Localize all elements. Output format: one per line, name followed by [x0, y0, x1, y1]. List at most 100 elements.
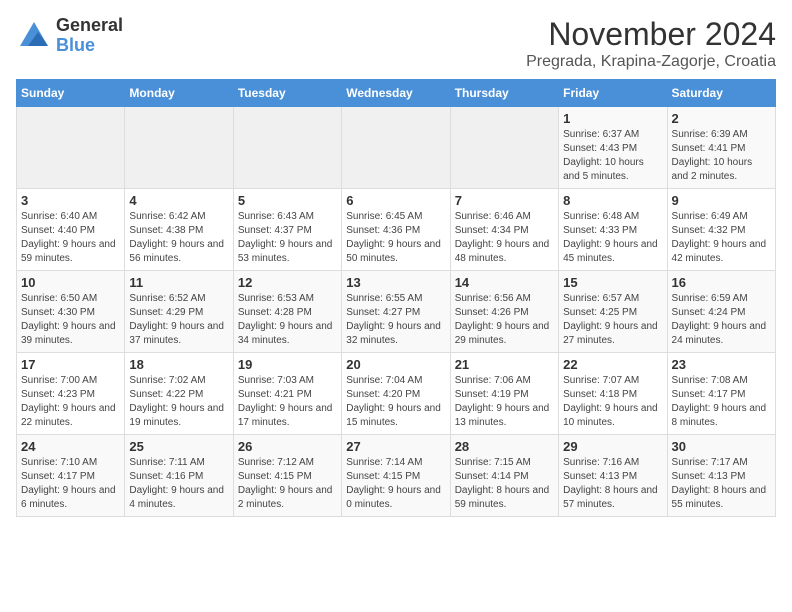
- col-header-thursday: Thursday: [450, 80, 558, 107]
- day-number: 30: [672, 439, 771, 454]
- day-number: 12: [238, 275, 337, 290]
- day-cell: 28 Sunrise: 7:15 AM Sunset: 4:14 PM Dayli…: [450, 435, 558, 517]
- day-info: Sunrise: 6:39 AM Sunset: 4:41 PM Dayligh…: [672, 128, 771, 184]
- day-cell: 27Sunrise: 7:14 AM Sunset: 4:15 PM Dayli…: [342, 435, 450, 517]
- day-info: Sunrise: 7:16 AM Sunset: 4:13 PM Dayligh…: [563, 456, 662, 512]
- day-cell: 23 Sunrise: 7:08 AM Sunset: 4:17 PM Dayli…: [667, 353, 775, 435]
- day-info: Sunrise: 6:49 AM Sunset: 4:32 PM Dayligh…: [672, 210, 771, 266]
- day-number: 16: [672, 275, 771, 290]
- day-cell: 6 Sunrise: 6:45 AM Sunset: 4:36 PM Daylig…: [342, 189, 450, 271]
- week-row-2: 3 Sunrise: 6:40 AM Sunset: 4:40 PM Daylig…: [17, 189, 776, 271]
- col-header-saturday: Saturday: [667, 80, 775, 107]
- col-header-wednesday: Wednesday: [342, 80, 450, 107]
- day-number: 18: [129, 357, 228, 372]
- day-number: 24: [21, 439, 120, 454]
- day-info: Sunrise: 7:07 AM Sunset: 4:18 PM Dayligh…: [563, 374, 662, 430]
- day-info: Sunrise: 7:14 AM Sunset: 4:15 PM Dayligh…: [346, 456, 445, 512]
- day-number: 25: [129, 439, 228, 454]
- day-number: 3: [21, 193, 120, 208]
- day-cell: [233, 107, 341, 189]
- day-number: 23: [672, 357, 771, 372]
- page-header: General Blue November 2024 Pregrada, Kra…: [16, 16, 776, 71]
- day-info: Sunrise: 6:48 AM Sunset: 4:33 PM Dayligh…: [563, 210, 662, 266]
- logo-blue: Blue: [56, 36, 123, 56]
- day-number: 22: [563, 357, 662, 372]
- day-number: 13: [346, 275, 445, 290]
- day-number: 28: [455, 439, 554, 454]
- day-cell: 29 Sunrise: 7:16 AM Sunset: 4:13 PM Dayli…: [559, 435, 667, 517]
- day-cell: 24 Sunrise: 7:10 AM Sunset: 4:17 PM Dayli…: [17, 435, 125, 517]
- day-cell: 15 Sunrise: 6:57 AM Sunset: 4:25 PM Dayli…: [559, 271, 667, 353]
- day-number: 7: [455, 193, 554, 208]
- day-number: 1: [563, 111, 662, 126]
- day-cell: 19 Sunrise: 7:03 AM Sunset: 4:21 PM Dayli…: [233, 353, 341, 435]
- day-info: Sunrise: 6:59 AM Sunset: 4:24 PM Dayligh…: [672, 292, 771, 348]
- calendar-header: SundayMondayTuesdayWednesdayThursdayFrid…: [17, 80, 776, 107]
- day-cell: 10Sunrise: 6:50 AM Sunset: 4:30 PM Dayli…: [17, 271, 125, 353]
- day-info: Sunrise: 6:52 AM Sunset: 4:29 PM Dayligh…: [129, 292, 228, 348]
- day-cell: 9 Sunrise: 6:49 AM Sunset: 4:32 PM Daylig…: [667, 189, 775, 271]
- day-info: Sunrise: 7:06 AM Sunset: 4:19 PM Dayligh…: [455, 374, 554, 430]
- col-header-friday: Friday: [559, 80, 667, 107]
- day-cell: [125, 107, 233, 189]
- day-number: 20: [346, 357, 445, 372]
- day-cell: 11Sunrise: 6:52 AM Sunset: 4:29 PM Dayli…: [125, 271, 233, 353]
- day-info: Sunrise: 7:03 AM Sunset: 4:21 PM Dayligh…: [238, 374, 337, 430]
- day-cell: [450, 107, 558, 189]
- day-number: 10: [21, 275, 120, 290]
- col-header-monday: Monday: [125, 80, 233, 107]
- week-row-4: 17 Sunrise: 7:00 AM Sunset: 4:23 PM Dayli…: [17, 353, 776, 435]
- day-number: 29: [563, 439, 662, 454]
- title-block: November 2024 Pregrada, Krapina-Zagorje,…: [526, 16, 776, 71]
- week-row-5: 24 Sunrise: 7:10 AM Sunset: 4:17 PM Dayli…: [17, 435, 776, 517]
- day-info: Sunrise: 6:57 AM Sunset: 4:25 PM Dayligh…: [563, 292, 662, 348]
- calendar-table: SundayMondayTuesdayWednesdayThursdayFrid…: [16, 79, 776, 517]
- logo-general: General: [56, 16, 123, 36]
- day-cell: 2 Sunrise: 6:39 AM Sunset: 4:41 PM Daylig…: [667, 107, 775, 189]
- day-number: 17: [21, 357, 120, 372]
- day-info: Sunrise: 7:00 AM Sunset: 4:23 PM Dayligh…: [21, 374, 120, 430]
- day-cell: 3 Sunrise: 6:40 AM Sunset: 4:40 PM Daylig…: [17, 189, 125, 271]
- day-cell: 7 Sunrise: 6:46 AM Sunset: 4:34 PM Daylig…: [450, 189, 558, 271]
- logo: General Blue: [16, 16, 123, 56]
- day-info: Sunrise: 6:42 AM Sunset: 4:38 PM Dayligh…: [129, 210, 228, 266]
- day-info: Sunrise: 7:08 AM Sunset: 4:17 PM Dayligh…: [672, 374, 771, 430]
- day-info: Sunrise: 6:37 AM Sunset: 4:43 PM Dayligh…: [563, 128, 662, 184]
- day-cell: 17 Sunrise: 7:00 AM Sunset: 4:23 PM Dayli…: [17, 353, 125, 435]
- day-number: 6: [346, 193, 445, 208]
- day-info: Sunrise: 6:40 AM Sunset: 4:40 PM Dayligh…: [21, 210, 120, 266]
- day-info: Sunrise: 6:55 AM Sunset: 4:27 PM Dayligh…: [346, 292, 445, 348]
- day-info: Sunrise: 6:45 AM Sunset: 4:36 PM Dayligh…: [346, 210, 445, 266]
- day-info: Sunrise: 7:10 AM Sunset: 4:17 PM Dayligh…: [21, 456, 120, 512]
- day-info: Sunrise: 7:04 AM Sunset: 4:20 PM Dayligh…: [346, 374, 445, 430]
- day-info: Sunrise: 6:53 AM Sunset: 4:28 PM Dayligh…: [238, 292, 337, 348]
- day-info: Sunrise: 6:56 AM Sunset: 4:26 PM Dayligh…: [455, 292, 554, 348]
- day-number: 2: [672, 111, 771, 126]
- day-number: 26: [238, 439, 337, 454]
- col-header-sunday: Sunday: [17, 80, 125, 107]
- day-number: 9: [672, 193, 771, 208]
- week-row-3: 10Sunrise: 6:50 AM Sunset: 4:30 PM Dayli…: [17, 271, 776, 353]
- day-info: Sunrise: 6:43 AM Sunset: 4:37 PM Dayligh…: [238, 210, 337, 266]
- day-cell: 8Sunrise: 6:48 AM Sunset: 4:33 PM Daylig…: [559, 189, 667, 271]
- day-cell: [17, 107, 125, 189]
- day-info: Sunrise: 6:46 AM Sunset: 4:34 PM Dayligh…: [455, 210, 554, 266]
- day-number: 5: [238, 193, 337, 208]
- day-cell: 4Sunrise: 6:42 AM Sunset: 4:38 PM Daylig…: [125, 189, 233, 271]
- day-cell: 21 Sunrise: 7:06 AM Sunset: 4:19 PM Dayli…: [450, 353, 558, 435]
- day-cell: 22 Sunrise: 7:07 AM Sunset: 4:18 PM Dayli…: [559, 353, 667, 435]
- day-number: 19: [238, 357, 337, 372]
- day-number: 21: [455, 357, 554, 372]
- day-cell: 12 Sunrise: 6:53 AM Sunset: 4:28 PM Dayli…: [233, 271, 341, 353]
- day-cell: 16 Sunrise: 6:59 AM Sunset: 4:24 PM Dayli…: [667, 271, 775, 353]
- day-number: 14: [455, 275, 554, 290]
- day-cell: 20 Sunrise: 7:04 AM Sunset: 4:20 PM Dayli…: [342, 353, 450, 435]
- day-cell: 26 Sunrise: 7:12 AM Sunset: 4:15 PM Dayli…: [233, 435, 341, 517]
- week-row-1: 1 Sunrise: 6:37 AM Sunset: 4:43 PM Daylig…: [17, 107, 776, 189]
- day-cell: 13 Sunrise: 6:55 AM Sunset: 4:27 PM Dayli…: [342, 271, 450, 353]
- day-info: Sunrise: 7:11 AM Sunset: 4:16 PM Dayligh…: [129, 456, 228, 512]
- day-info: Sunrise: 7:15 AM Sunset: 4:14 PM Dayligh…: [455, 456, 554, 512]
- month-title: November 2024: [526, 16, 776, 53]
- day-number: 15: [563, 275, 662, 290]
- day-info: Sunrise: 7:12 AM Sunset: 4:15 PM Dayligh…: [238, 456, 337, 512]
